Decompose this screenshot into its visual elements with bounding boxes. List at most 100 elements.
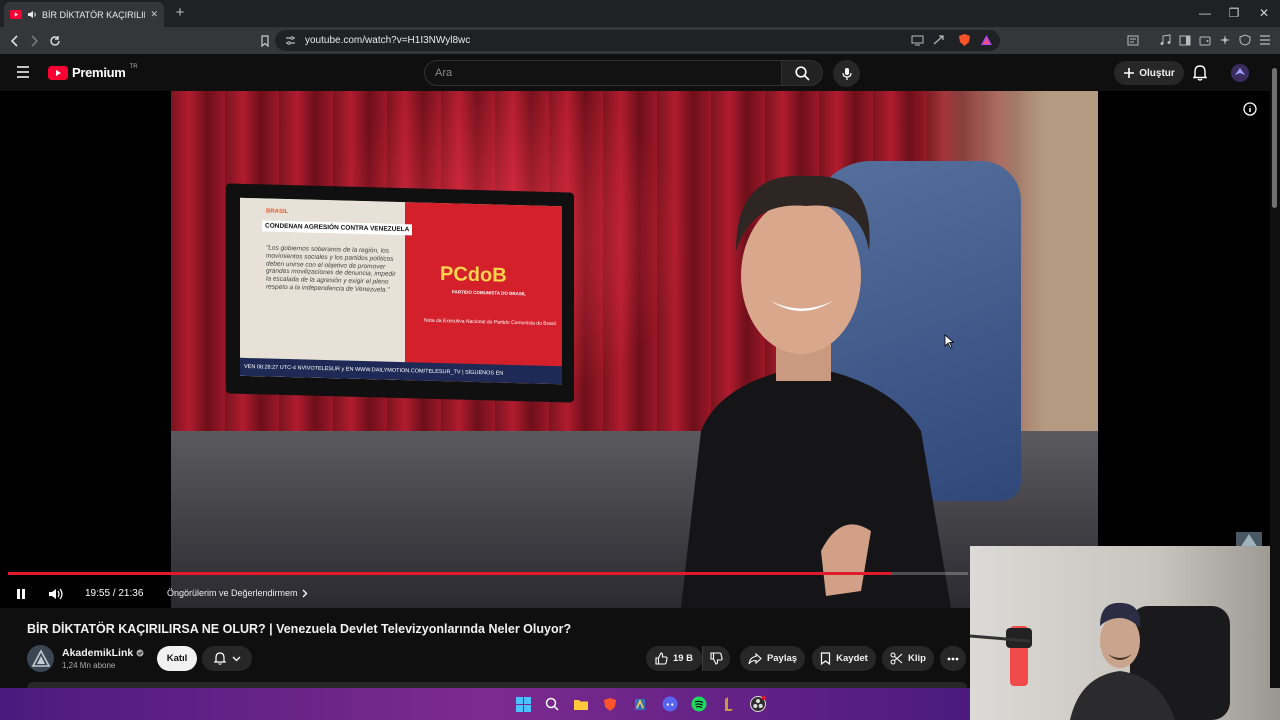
tv-quote: "Los gobiernos soberanos de la región, l…: [266, 244, 396, 294]
new-tab-button[interactable]: +: [171, 4, 189, 22]
bookmark-icon[interactable]: [255, 31, 275, 51]
vpn-shield-icon[interactable]: [1237, 32, 1253, 48]
bell-icon: [213, 652, 226, 665]
brave-rewards-icon[interactable]: [978, 32, 994, 48]
video-frame: BRASIL CONDENAN AGRESIÓN CONTRA VENEZUEL…: [171, 91, 1098, 608]
scissors-icon: [890, 652, 903, 665]
progress-fill: [8, 572, 893, 575]
player-controls: 19:55 / 21:36 Öngörülerim ve Değerlendir…: [0, 580, 970, 608]
avatar[interactable]: [1231, 64, 1249, 82]
save-button[interactable]: Kaydet: [812, 646, 876, 671]
mouse-cursor-icon: [944, 334, 954, 349]
page-scrollbar[interactable]: [1270, 54, 1280, 688]
chapter-label: Öngörülerim ve Değerlendirmem: [167, 588, 298, 598]
plus-icon: [1123, 67, 1135, 79]
app-icon[interactable]: [631, 695, 649, 713]
brave-browser-icon[interactable]: [601, 695, 619, 713]
voice-search-button[interactable]: [833, 60, 860, 87]
reload-icon[interactable]: [45, 31, 65, 51]
brave-shield-icon[interactable]: [956, 32, 972, 48]
youtube-premium-logo[interactable]: Premium TR: [48, 63, 138, 80]
youtube-logo-icon: [48, 65, 68, 80]
search-input[interactable]: Ara: [424, 60, 782, 86]
discord-icon[interactable]: [661, 695, 679, 713]
like-button[interactable]: 19 B: [646, 646, 702, 671]
notifications-bell-icon[interactable]: [1193, 65, 1207, 81]
save-label: Kaydet: [836, 653, 868, 664]
share-icon[interactable]: [931, 32, 947, 48]
share-arrow-icon: [748, 652, 762, 665]
more-actions-button[interactable]: [940, 646, 966, 671]
windows-start-icon[interactable]: [514, 695, 532, 713]
browser-tab-bar: BİR DİKTATÖR KAÇIRILIRSA N ✕ + — ❐ ✕: [0, 0, 1280, 27]
dislike-button[interactable]: [702, 646, 730, 671]
share-button[interactable]: Paylaş: [740, 646, 805, 671]
cast-icon[interactable]: [909, 32, 925, 48]
logo-text: Premium: [72, 65, 126, 80]
windows-taskbar: [0, 688, 970, 720]
media-icon[interactable]: [1157, 32, 1173, 48]
tv-party-logo: PCdoB: [440, 263, 507, 287]
game-launcher-icon[interactable]: [720, 695, 738, 713]
subscribe-notification-button[interactable]: [202, 646, 252, 671]
streamer: [970, 602, 1230, 720]
channel-name-text: AkademikLink: [62, 647, 134, 659]
search-button[interactable]: [781, 60, 823, 86]
webcam-overlay: [970, 546, 1280, 720]
clip-button[interactable]: Klip: [882, 646, 934, 671]
browser-tab[interactable]: BİR DİKTATÖR KAÇIRILIRSA N ✕: [4, 2, 164, 27]
tab-title: BİR DİKTATÖR KAÇIRILIRSA N: [42, 9, 145, 20]
microphone-icon: [841, 67, 852, 81]
file-explorer-icon[interactable]: [572, 695, 590, 713]
progress-bar[interactable]: [8, 572, 968, 575]
create-label: Oluştur: [1139, 67, 1175, 79]
menu-icon[interactable]: [1257, 32, 1273, 48]
video-player[interactable]: BRASIL CONDENAN AGRESIÓN CONTRA VENEZUEL…: [0, 91, 1270, 608]
leo-ai-icon[interactable]: [1217, 32, 1233, 48]
verified-icon: [136, 649, 144, 657]
address-bar[interactable]: youtube.com/watch?v=H1I3NWyl8wc: [275, 30, 1000, 51]
close-tab-icon[interactable]: ✕: [150, 9, 158, 20]
audio-playing-icon[interactable]: [27, 10, 37, 19]
video-title: BİR DİKTATÖR KAÇIRILIRSA NE OLUR? | Vene…: [27, 622, 572, 636]
country-code: TR: [129, 63, 138, 70]
create-button[interactable]: Oluştur: [1114, 61, 1184, 85]
share-label: Paylaş: [766, 653, 798, 664]
volume-icon[interactable]: [48, 587, 64, 601]
browser-toolbar: youtube.com/watch?v=H1I3NWyl8wc: [0, 27, 1280, 54]
chevron-down-icon: [232, 656, 241, 662]
presenter: [681, 175, 951, 608]
forward-icon[interactable]: [24, 31, 44, 51]
scrollbar-thumb[interactable]: [1272, 68, 1277, 208]
channel-avatar[interactable]: [27, 645, 54, 672]
subscriber-count: 1,24 Mn abone: [62, 661, 116, 670]
pause-icon[interactable]: [15, 588, 27, 600]
youtube-favicon-icon: [10, 10, 22, 19]
search-placeholder: Ara: [435, 67, 453, 79]
tv-tag: BRASIL: [266, 208, 289, 216]
reader-mode-icon[interactable]: [1125, 32, 1141, 48]
taskbar-search-icon[interactable]: [543, 695, 561, 713]
minimize-icon[interactable]: —: [1195, 4, 1215, 22]
tv-monitor: BRASIL CONDENAN AGRESIÓN CONTRA VENEZUEL…: [226, 183, 574, 403]
youtube-header: Premium TR Ara Oluştur: [0, 54, 1280, 91]
spotify-icon[interactable]: [690, 695, 708, 713]
url-text: youtube.com/watch?v=H1I3NWyl8wc: [305, 35, 471, 46]
restore-icon[interactable]: ❐: [1224, 4, 1244, 22]
chevron-right-icon: [302, 589, 308, 598]
obs-icon[interactable]: [749, 695, 767, 713]
thumbs-up-icon: [655, 652, 668, 665]
time-display: 19:55 / 21:36: [85, 588, 144, 599]
join-button[interactable]: Katıl: [157, 646, 197, 671]
hamburger-menu-icon[interactable]: [16, 66, 30, 78]
wallet-icon[interactable]: [1197, 32, 1213, 48]
info-icon[interactable]: [1243, 102, 1257, 116]
channel-name[interactable]: AkademikLink: [62, 647, 144, 659]
sidebar-icon[interactable]: [1177, 32, 1193, 48]
site-info-icon[interactable]: [285, 35, 296, 46]
like-count: 19 B: [672, 653, 694, 664]
back-icon[interactable]: [5, 31, 25, 51]
chapter-button[interactable]: Öngörülerim ve Değerlendirmem: [167, 588, 308, 598]
clip-label: Klip: [908, 653, 926, 664]
window-close-icon[interactable]: ✕: [1254, 4, 1274, 22]
